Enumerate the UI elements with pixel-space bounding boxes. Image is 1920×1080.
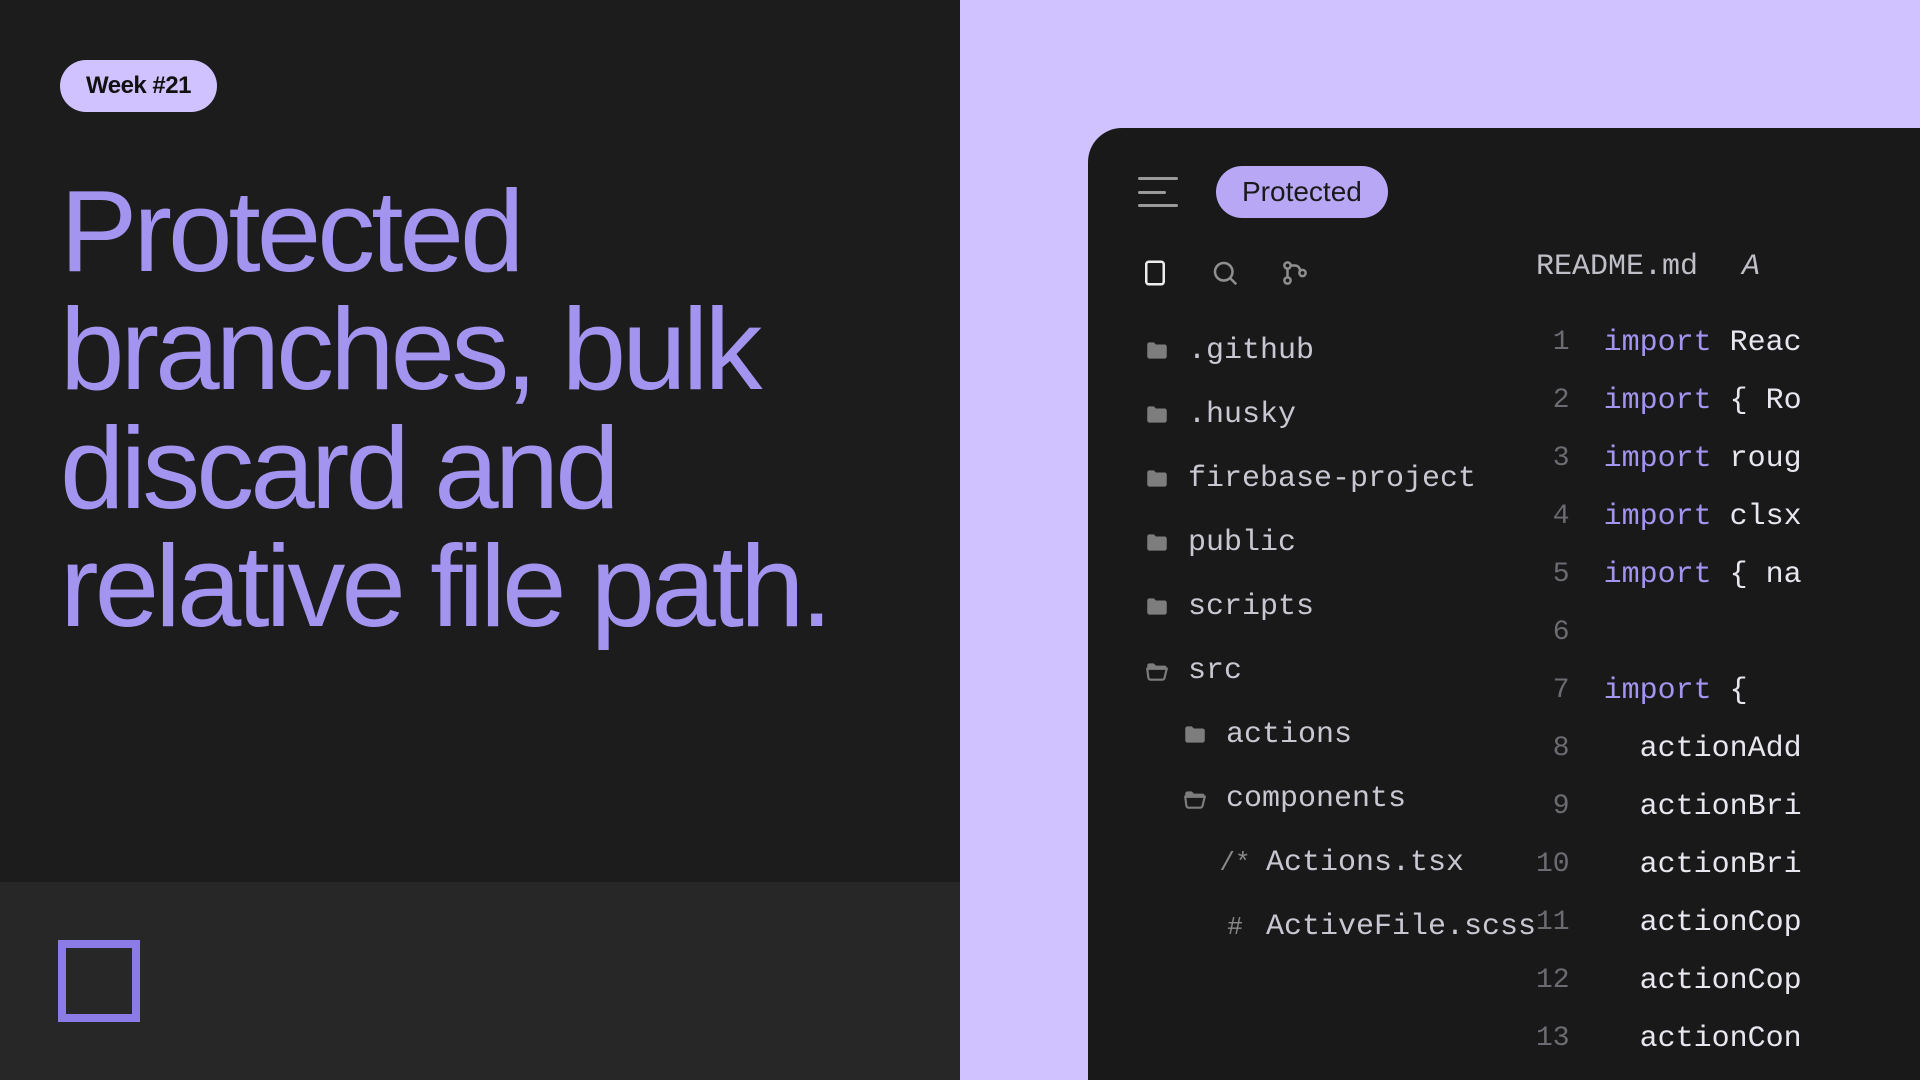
hamburger-menu-icon[interactable] [1138,177,1178,207]
line-number: 8 [1536,720,1570,778]
brand-square-icon [58,940,140,1022]
editor-topbar: Protected [1088,128,1920,232]
file-explorer-icon[interactable] [1140,258,1170,288]
tree-item-label: ActiveFile.scss [1266,910,1536,944]
source-control-icon[interactable] [1280,258,1310,288]
tree-item[interactable]: actions [1136,706,1516,764]
tree-item-label: components [1226,782,1406,816]
code-line [1604,604,1802,662]
tree-item[interactable]: #ActiveFile.scss [1136,898,1516,956]
code-line: actionCop [1604,894,1802,952]
code-line: import { na [1604,546,1802,604]
editor-tab-row: README.md A [1536,240,1920,314]
code-line: actionAdd [1604,720,1802,778]
tree-item[interactable]: .husky [1136,386,1516,444]
file-type-icon: /* [1220,850,1250,876]
folder-icon [1142,338,1172,364]
tree-item[interactable]: src [1136,642,1516,700]
hero-headline: Protected branches, bulk discard and rel… [60,172,900,645]
tree-item[interactable]: .github [1136,322,1516,380]
code-line: import roug [1604,430,1802,488]
tree-item-label: firebase-project [1188,462,1476,496]
footer-strip [0,882,960,1080]
line-number: 5 [1536,546,1570,604]
line-number: 4 [1536,488,1570,546]
week-chip: Week #21 [60,60,217,112]
tree-item[interactable]: firebase-project [1136,450,1516,508]
tree-item-label: public [1188,526,1296,560]
code-lines[interactable]: import Reacimport { Roimport rougimport … [1604,314,1802,1068]
left-hero-panel: Week #21 Protected branches, bulk discar… [0,0,960,882]
code-line: import Reac [1604,314,1802,372]
folder-open-icon [1180,786,1210,812]
line-number: 10 [1536,836,1570,894]
tree-item-label: scripts [1188,590,1314,624]
line-number: 3 [1536,430,1570,488]
tree-item[interactable]: components [1136,770,1516,828]
tree-item-label: src [1188,654,1242,688]
code-line: actionBri [1604,836,1802,894]
branch-protected-chip[interactable]: Protected [1216,166,1388,218]
folder-icon [1142,466,1172,492]
folder-open-icon [1142,658,1172,684]
code-line: import { Ro [1604,372,1802,430]
line-number: 13 [1536,1010,1570,1068]
tree-item-label: .husky [1188,398,1296,432]
code-pane: README.mdA 12345678910111213 import Reac… [1536,232,1920,1068]
file-tree: .github .husky firebase-project public scrip… [1136,322,1516,956]
editor-window: Protected .github .husky firebase-project p… [1088,128,1920,1080]
code-line: actionCop [1604,952,1802,1010]
file-type-icon: # [1220,914,1250,940]
folder-icon [1142,530,1172,556]
code-line: actionBri [1604,778,1802,836]
tree-item-label: actions [1226,718,1352,752]
code-line: actionCon [1604,1010,1802,1068]
editor-sidebar: .github .husky firebase-project public scrip… [1088,232,1536,1068]
tree-item-label: Actions.tsx [1266,846,1464,880]
code-line: import clsx [1604,488,1802,546]
line-number-gutter: 12345678910111213 [1536,314,1604,1068]
code-line: import { [1604,662,1802,720]
line-number: 11 [1536,894,1570,952]
tree-item[interactable]: /* Actions.tsx [1136,834,1516,892]
tree-item[interactable]: scripts [1136,578,1516,636]
line-number: 7 [1536,662,1570,720]
line-number: 1 [1536,314,1570,372]
tree-item-label: .github [1188,334,1314,368]
editor-tab[interactable]: A [1742,250,1760,284]
line-number: 2 [1536,372,1570,430]
line-number: 12 [1536,952,1570,1010]
folder-icon [1142,594,1172,620]
search-icon[interactable] [1210,258,1240,288]
line-number: 6 [1536,604,1570,662]
line-number: 9 [1536,778,1570,836]
sidebar-tool-row [1136,250,1516,322]
folder-icon [1180,722,1210,748]
editor-tab[interactable]: README.md [1536,250,1698,284]
folder-icon [1142,402,1172,428]
tree-item[interactable]: public [1136,514,1516,572]
